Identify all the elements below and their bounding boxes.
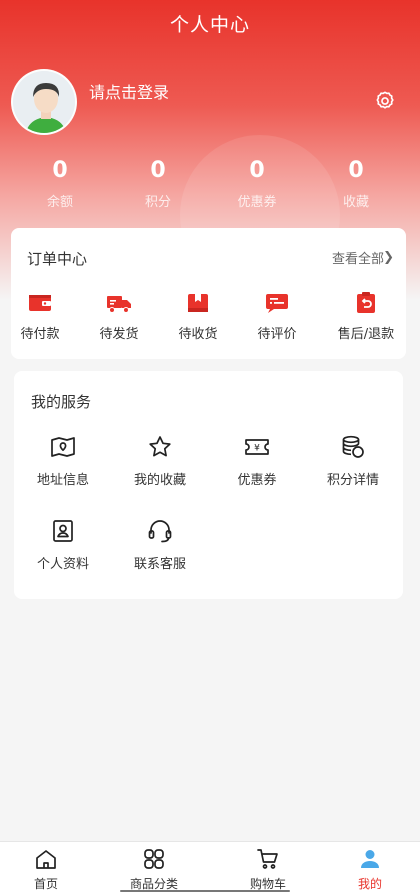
- stat-favorites[interactable]: 0 收藏: [306, 155, 406, 210]
- view-all-orders-link[interactable]: 查看全部: [332, 248, 384, 267]
- service-profile-label: 个人资料: [36, 557, 89, 572]
- service-profile[interactable]: 个人资料: [18, 518, 108, 572]
- service-coupons-label: 优惠券: [237, 473, 277, 488]
- service-customer-support-label: 联系客服: [133, 557, 186, 572]
- order-pending-payment-label: 待付款: [20, 327, 60, 342]
- home-icon: [34, 847, 58, 871]
- headset-icon: [147, 518, 173, 544]
- svg-text:¥: ¥: [254, 444, 260, 454]
- order-pending-review[interactable]: 待评价: [242, 291, 312, 342]
- service-favorites-label: 我的收藏: [133, 473, 186, 488]
- order-pending-receipt[interactable]: 待收货: [163, 291, 233, 342]
- tab-category[interactable]: 商品分类: [114, 847, 194, 892]
- stat-balance-value: 0: [52, 158, 68, 183]
- stats-row: 0 余额 0 积分 0 优惠券 0 收藏: [0, 155, 420, 215]
- order-after-sale[interactable]: 售后/退款: [321, 291, 411, 342]
- avatar[interactable]: [11, 69, 77, 135]
- page-title: 个人中心: [169, 14, 250, 36]
- refund-icon: [353, 291, 379, 315]
- service-coupons[interactable]: ¥ 优惠券: [212, 434, 302, 488]
- stat-favorites-label: 收藏: [342, 195, 369, 210]
- my-services-title: 我的服务: [31, 393, 92, 411]
- truck-icon: [106, 291, 132, 315]
- order-pending-payment[interactable]: 待付款: [5, 291, 75, 342]
- tab-mine[interactable]: 我的: [330, 847, 410, 892]
- category-icon: [142, 847, 166, 871]
- order-center-card: 订单中心 查看全部 ❯ 待付款 待发货 待收货 待评价 售后/退款: [11, 228, 406, 359]
- cart-icon: [256, 847, 280, 871]
- stat-coupons-value: 0: [249, 158, 265, 183]
- bottom-tab-bar: 首页 商品分类 购物车 我的: [0, 841, 420, 893]
- profile-card-icon: [50, 518, 76, 544]
- gear-icon[interactable]: [374, 90, 396, 112]
- comment-icon: [264, 291, 290, 315]
- stat-points[interactable]: 0 积分: [108, 155, 208, 210]
- stat-favorites-value: 0: [348, 158, 364, 183]
- service-address-label: 地址信息: [36, 473, 89, 488]
- tab-home[interactable]: 首页: [6, 847, 86, 892]
- tab-home-label: 首页: [33, 877, 58, 891]
- order-after-sale-label: 售后/退款: [337, 327, 395, 342]
- user-icon: [358, 847, 382, 871]
- wallet-icon: [27, 291, 53, 315]
- stat-points-value: 0: [150, 158, 166, 183]
- order-pending-shipment-label: 待发货: [99, 327, 139, 342]
- stat-coupons[interactable]: 0 优惠券: [207, 155, 307, 210]
- service-points-label: 积分详情: [326, 473, 379, 488]
- service-points[interactable]: 积分详情: [308, 434, 398, 488]
- tab-cart[interactable]: 购物车: [228, 847, 308, 892]
- order-center-title: 订单中心: [27, 250, 88, 268]
- chevron-right-icon[interactable]: ❯: [383, 250, 394, 265]
- order-pending-review-label: 待评价: [257, 327, 297, 342]
- stat-balance[interactable]: 0 余额: [10, 155, 110, 210]
- my-services-card: 我的服务 地址信息 我的收藏 ¥ 优惠券 积分详情 个人资料 联系客服: [14, 371, 403, 599]
- service-favorites[interactable]: 我的收藏: [115, 434, 205, 488]
- coupon-icon: ¥: [244, 434, 270, 460]
- service-customer-support[interactable]: 联系客服: [115, 518, 205, 572]
- tab-mine-label: 我的: [357, 877, 382, 891]
- login-prompt[interactable]: 请点击登录: [89, 79, 169, 103]
- home-indicator: [120, 890, 290, 892]
- stat-coupons-label: 优惠券: [237, 195, 277, 210]
- star-icon: [147, 434, 173, 460]
- order-pending-receipt-label: 待收货: [178, 327, 218, 342]
- package-icon: [185, 291, 211, 315]
- order-pending-shipment[interactable]: 待发货: [84, 291, 154, 342]
- stat-points-label: 积分: [144, 195, 171, 210]
- coins-icon: [340, 434, 366, 460]
- map-icon: [50, 434, 76, 460]
- service-address[interactable]: 地址信息: [18, 434, 108, 488]
- stat-balance-label: 余额: [46, 195, 73, 210]
